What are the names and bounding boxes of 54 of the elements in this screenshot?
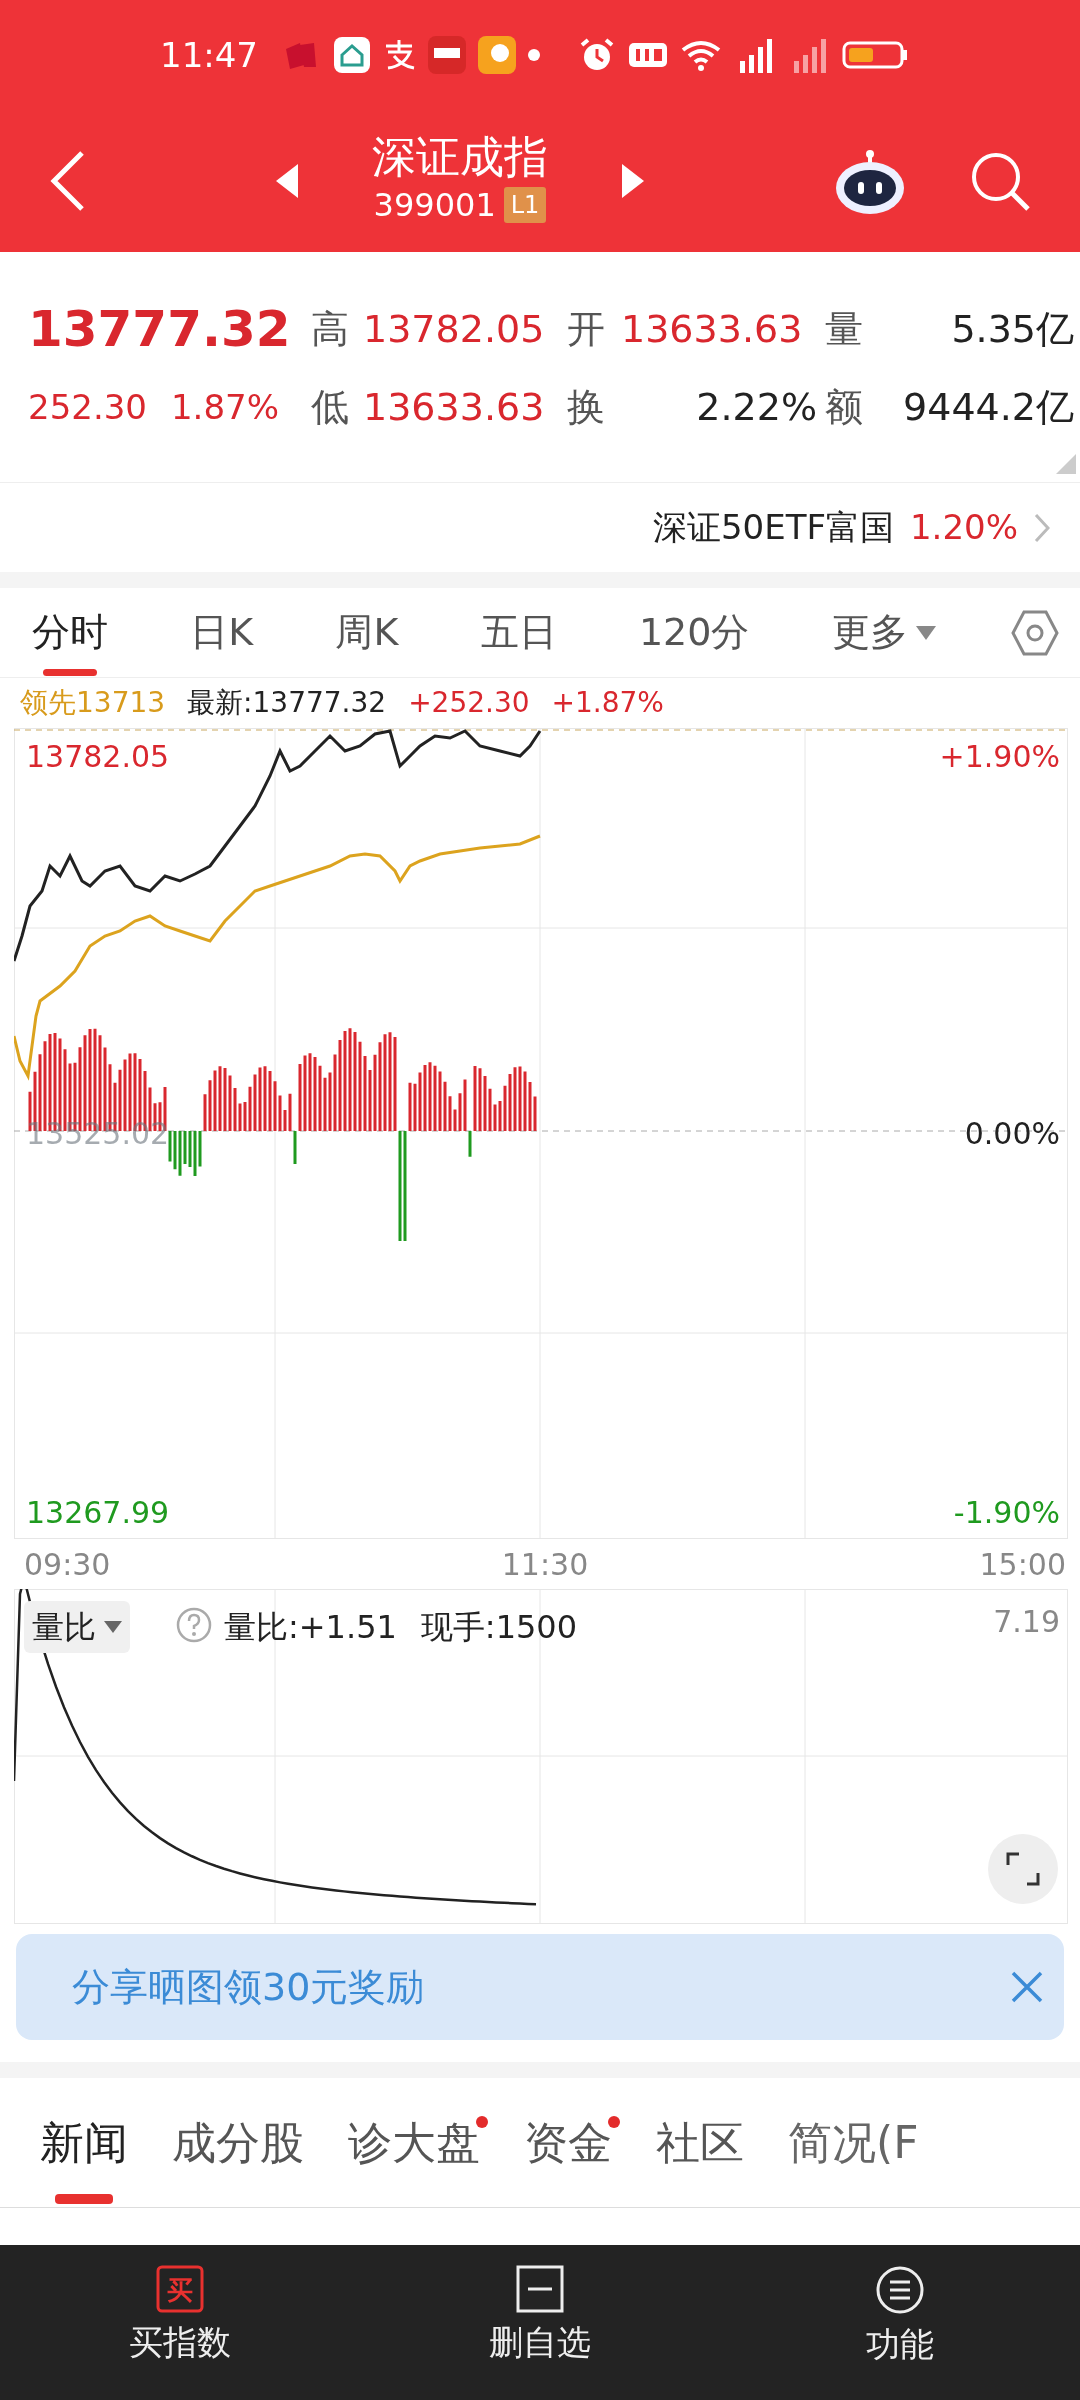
stat-label: 低 bbox=[310, 383, 350, 431]
fund-change: 1.20% bbox=[910, 506, 1018, 549]
price-change-percent: 1.87% bbox=[170, 385, 279, 429]
latest-price: 最新:13777.32 bbox=[187, 685, 387, 721]
axis-low-percent: -1.90% bbox=[953, 1494, 1060, 1532]
level-badge: L1 bbox=[503, 187, 547, 224]
stat-value: 9444.2亿 bbox=[902, 383, 1074, 431]
axis-high-label: 13782.05 bbox=[26, 738, 170, 776]
section-tab[interactable]: 诊大盘 bbox=[330, 2078, 498, 2207]
buy-icon: 买 bbox=[156, 2265, 204, 2313]
stock-code: 399001 bbox=[373, 185, 496, 227]
chart-tab[interactable]: 周K bbox=[327, 587, 407, 678]
chart-tab[interactable]: 120分 bbox=[630, 587, 758, 678]
chart-tab[interactable]: 五日 bbox=[472, 587, 565, 678]
axis-base-percent: 0.00% bbox=[964, 1115, 1060, 1153]
current-hands-value: 现手:1500 bbox=[420, 1607, 578, 1648]
chart-tab[interactable]: 日K bbox=[182, 587, 262, 678]
current-price: 13777.32 bbox=[28, 299, 292, 361]
nav-button[interactable]: 功能 bbox=[720, 2245, 1080, 2400]
time-label: 11:30 bbox=[501, 1545, 589, 1584]
time-label: 15:00 bbox=[979, 1545, 1066, 1584]
stat-value: 13633.63 bbox=[363, 383, 546, 431]
time-label: 09:30 bbox=[24, 1545, 111, 1584]
chart-tab[interactable]: 分时 bbox=[24, 587, 116, 678]
nav-button[interactable]: 买 买指数 bbox=[0, 2245, 360, 2400]
axis-low-label: 13267.99 bbox=[26, 1494, 170, 1532]
change-percent: +1.87% bbox=[551, 685, 664, 721]
lead-index: 领先13713 bbox=[20, 685, 166, 721]
axis-max-label: 7.19 bbox=[993, 1603, 1060, 1641]
stat-value: 2.22% bbox=[695, 383, 817, 431]
axis-high-percent: +1.90% bbox=[939, 738, 1060, 776]
section-tab[interactable]: 社区 bbox=[638, 2078, 762, 2207]
section-tab[interactable]: 简况(F bbox=[770, 2078, 937, 2207]
stat-label: 高 bbox=[310, 306, 350, 353]
stat-label: 额 bbox=[824, 383, 864, 431]
price-change: 252.30 bbox=[28, 385, 147, 429]
section-tab[interactable]: 成分股 bbox=[154, 2078, 322, 2207]
banner-text: 分享晒图领30元奖励 bbox=[72, 1963, 425, 2011]
change-value: +252.30 bbox=[408, 685, 530, 721]
stat-label: 量 bbox=[824, 306, 864, 353]
nav-button[interactable]: 删自选 bbox=[360, 2245, 720, 2400]
stat-value: 13633.63 bbox=[621, 306, 804, 353]
section-tab[interactable]: 新闻 bbox=[22, 2078, 146, 2207]
indicator-dropdown[interactable]: 量比 bbox=[24, 1601, 130, 1653]
stock-title: 深证成指 bbox=[372, 132, 548, 182]
section-tab[interactable]: 资金 bbox=[506, 2078, 630, 2207]
stat-value: 13782.05 bbox=[363, 306, 546, 353]
status-time: 11:47 bbox=[160, 33, 258, 77]
stat-value: 5.35亿 bbox=[950, 306, 1074, 353]
fund-name: 深证50ETF富国 bbox=[652, 506, 894, 549]
volume-ratio-value: 量比:+1.51 bbox=[224, 1607, 397, 1648]
stat-label: 开 bbox=[566, 306, 606, 353]
chart-tab[interactable]: 更多 bbox=[823, 587, 944, 678]
stat-label: 换 bbox=[566, 383, 606, 431]
